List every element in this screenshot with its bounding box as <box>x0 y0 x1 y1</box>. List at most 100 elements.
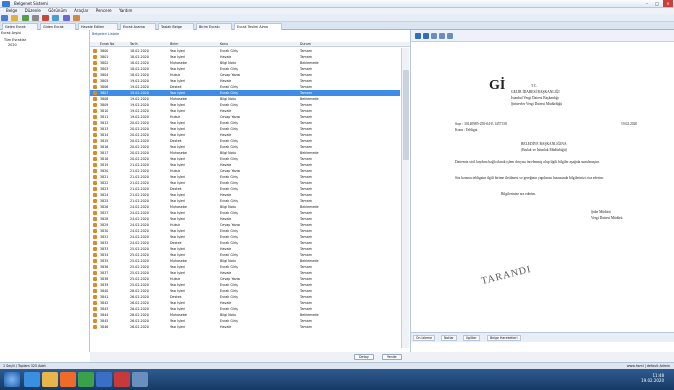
clock-date: 19.02.2020 <box>641 378 664 383</box>
document-icon <box>93 271 97 275</box>
document-icon <box>93 241 97 245</box>
document-icon <box>93 295 97 299</box>
document-icon <box>93 253 97 257</box>
doc-sayi: Sayı : 30140985-250-04-E.1457158 <box>455 122 507 126</box>
document-list-pane: Belgeleri Listele Evrak No Tarih Birim K… <box>90 30 410 352</box>
media-icon[interactable] <box>60 372 76 387</box>
detail-button[interactable]: Detay <box>354 354 374 360</box>
document-icon <box>93 67 97 71</box>
rotate-icon[interactable] <box>439 33 445 39</box>
document-icon <box>93 175 97 179</box>
tree-node[interactable]: Tüm Evraklar <box>4 38 26 42</box>
viewer-tab[interactable]: Notlar <box>441 335 457 341</box>
document-icon <box>93 139 97 143</box>
table-row[interactable]: 3846 26.02.2020 Yazı İşleri Havale Tamam <box>90 324 400 330</box>
app-icon <box>2 1 10 7</box>
viewer-pane: Gİ T.C. GELİR İDARESİ BAŞKANLIĞI İstanbu… <box>410 30 674 352</box>
table-cell: Yazı İşleri <box>170 325 186 329</box>
list-link[interactable]: Belgeleri Listele <box>92 32 119 36</box>
document-icon <box>93 223 97 227</box>
column-header[interactable]: Birim <box>170 42 178 46</box>
tab[interactable]: Birim Evrakı <box>196 23 232 30</box>
minimize-button[interactable]: – <box>642 0 652 7</box>
app-icon[interactable] <box>96 372 112 387</box>
browser-icon[interactable] <box>24 372 40 387</box>
tree-node[interactable]: 2020 <box>8 43 17 47</box>
search-icon[interactable] <box>62 15 70 21</box>
document-icon <box>93 199 97 203</box>
close-button[interactable]: × <box>663 0 673 7</box>
tab[interactable]: Gelen Evrak <box>2 23 38 30</box>
document-icon <box>93 103 97 107</box>
start-button-icon[interactable] <box>4 372 20 387</box>
clock[interactable]: 11:48 19.02.2020 <box>641 373 664 383</box>
zoom-out-icon[interactable] <box>423 33 429 39</box>
document-icon <box>93 211 97 215</box>
viewer-tab[interactable]: Ön İzleme <box>413 335 436 341</box>
document-icon <box>93 169 97 173</box>
viewer-tabs: Ön İzleme Notlar İlgililer Belge Hareket… <box>411 332 674 342</box>
document-icon <box>93 193 97 197</box>
maximize-button[interactable]: □ <box>652 0 662 7</box>
document-icon <box>93 277 97 281</box>
scroll-thumb[interactable] <box>403 70 409 160</box>
list-button-row: Detay Yenile <box>90 352 410 362</box>
tab-active[interactable]: Evrak Teslim Alma <box>234 23 282 30</box>
folder-icon[interactable] <box>42 372 58 387</box>
document-icon <box>93 289 97 293</box>
status-right: www.hsmi | default Admin <box>626 364 670 368</box>
viewer-tab[interactable]: Belge Hareketleri <box>487 335 521 341</box>
column-header[interactable]: Durum <box>300 42 311 46</box>
app-icon[interactable] <box>132 372 148 387</box>
app-icon[interactable] <box>114 372 130 387</box>
column-header[interactable]: Tarih <box>130 42 138 46</box>
tab[interactable]: Evrak Arama <box>120 23 156 30</box>
open-icon[interactable] <box>11 15 19 21</box>
column-header[interactable]: Konu <box>220 42 228 46</box>
column-header[interactable]: Evrak No <box>100 42 114 46</box>
document-icon <box>93 247 97 251</box>
document-icon <box>93 115 97 119</box>
doc-signature-name: Şube Müdürü <box>591 210 611 214</box>
table-cell: Tamam <box>300 325 312 329</box>
print-icon[interactable] <box>447 33 453 39</box>
doc-header: Şirinevler Vergi Dairesi Müdürlüğü <box>511 102 563 106</box>
tab[interactable]: Taslak Belge <box>158 23 194 30</box>
document-icon <box>93 73 97 77</box>
viewer-tab[interactable]: İlgililer <box>463 335 480 341</box>
doc-date: 19.02.2020 <box>621 122 638 126</box>
document-icon <box>93 85 97 89</box>
doc-recipient-sub: (Emlak ve İstimlak Müdürlüğü) <box>521 148 567 152</box>
table-cell: 26.02.2020 <box>130 325 149 329</box>
print-icon[interactable] <box>31 15 39 21</box>
refresh-button[interactable]: Yenile <box>382 354 402 360</box>
document-icon <box>93 307 97 311</box>
doc-header: İstanbul Vergi Dairesi Başkanlığı <box>511 96 559 100</box>
document-icon <box>93 163 97 167</box>
viewer-button-row <box>410 352 674 362</box>
vertical-scrollbar[interactable] <box>401 48 409 348</box>
save-icon[interactable] <box>21 15 29 21</box>
zoom-in-icon[interactable] <box>415 33 421 39</box>
tab[interactable]: Havale Edilen <box>78 23 118 30</box>
document-icon <box>93 91 97 95</box>
doc-konu: Konu : Tebligat <box>455 128 478 132</box>
delete-icon[interactable] <box>42 15 50 21</box>
doc-header: T.C. <box>531 84 538 88</box>
chrome-icon[interactable] <box>78 372 94 387</box>
tab[interactable]: Giden Evrak <box>40 23 76 30</box>
mail-icon[interactable] <box>72 15 80 21</box>
document-icon <box>93 157 97 161</box>
refresh-icon[interactable] <box>52 15 60 21</box>
fit-page-icon[interactable] <box>431 33 437 39</box>
document-icon <box>93 325 97 329</box>
taskbar: 11:48 19.02.2020 <box>0 369 674 390</box>
list-header: Evrak No Tarih Birim Konu Durum <box>90 42 410 47</box>
document-icon <box>93 229 97 233</box>
window-title: Belgenet Sistemi <box>14 1 48 6</box>
new-icon[interactable] <box>1 15 8 21</box>
toolbar <box>0 14 674 22</box>
doc-signature-title: Vergi Dairesi Müdürü <box>591 216 623 220</box>
document-icon <box>93 265 97 269</box>
document-icon <box>93 313 97 317</box>
